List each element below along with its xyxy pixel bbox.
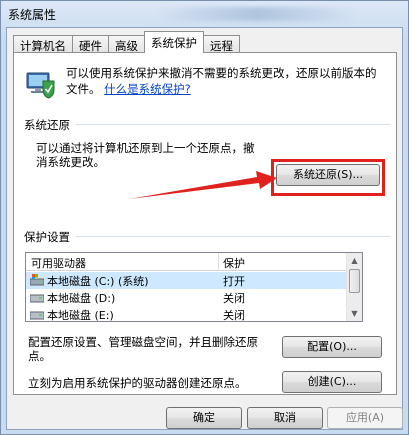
system-restore-button[interactable]: 系统还原(S)...	[276, 164, 380, 186]
system-restore-divider	[76, 124, 390, 125]
drive-status: 关闭	[223, 309, 245, 322]
drive-name: 本地磁盘 (C:) (系统)	[47, 275, 149, 288]
system-properties-window: 系统属性 计算机名 硬件 高级 系统保护 远程 可以使用系统保护来撤消不需要的系…	[0, 0, 409, 435]
drive-name: 本地磁盘 (E:)	[47, 309, 114, 322]
list-scrollbar[interactable]: ▲ ▼	[346, 253, 362, 321]
blurred-background-title	[157, 7, 357, 21]
column-protection[interactable]: 保护	[223, 255, 245, 271]
intro-text-block: 可以使用系统保护来撤消不需要的系统更改，还原以前版本的文件。 什么是系统保护?	[66, 65, 386, 97]
protection-settings-divider	[76, 236, 390, 237]
what-is-system-protection-link[interactable]: 什么是系统保护?	[104, 82, 191, 96]
list-item-drive-e[interactable]: 本地磁盘 (E:) 关闭	[26, 306, 347, 322]
drive-protection-list[interactable]: 可用驱动器 保护 本地磁盘 (C:) (系统) 打开 本地磁盘 (D:) 关闭 …	[25, 252, 363, 322]
list-item-drive-c[interactable]: 本地磁盘 (C:) (系统) 打开	[26, 272, 347, 289]
list-item-drive-d[interactable]: 本地磁盘 (D:) 关闭	[26, 289, 347, 306]
drive-name: 本地磁盘 (D:)	[47, 292, 116, 305]
list-header: 可用驱动器 保护	[26, 253, 347, 271]
drive-status: 关闭	[223, 292, 245, 305]
hard-drive-icon	[30, 294, 44, 303]
scroll-thumb[interactable]	[349, 269, 360, 293]
scroll-up-arrow-icon[interactable]: ▲	[347, 253, 362, 268]
tab-hardware[interactable]: 硬件	[72, 35, 109, 53]
column-available-drives[interactable]: 可用驱动器	[31, 255, 86, 271]
title-bar[interactable]: 系统属性	[1, 1, 408, 27]
tab-system-protection[interactable]: 系统保护	[144, 31, 204, 53]
apply-button[interactable]: 应用(A)	[327, 407, 403, 429]
create-button[interactable]: 创建(C)...	[282, 371, 382, 393]
create-description: 立刻为启用系统保护的驱动器创建还原点。	[28, 376, 247, 390]
configure-button[interactable]: 配置(O)...	[282, 336, 382, 358]
tab-remote[interactable]: 远程	[203, 35, 240, 53]
red-arrow-annotation	[129, 171, 277, 199]
hard-drive-icon	[30, 311, 44, 320]
dialog-client-area: 计算机名 硬件 高级 系统保护 远程 可以使用系统保护来撤消不需要的系统更改，还…	[6, 27, 403, 430]
drive-status: 打开	[223, 275, 245, 288]
system-protection-panel: 可以使用系统保护来撤消不需要的系统更改，还原以前版本的文件。 什么是系统保护? …	[13, 52, 397, 395]
tab-computer-name[interactable]: 计算机名	[13, 35, 73, 53]
ok-button[interactable]: 确定	[166, 407, 242, 429]
system-protection-icon	[26, 72, 55, 99]
system-drive-icon	[30, 274, 44, 286]
tab-strip: 计算机名 硬件 高级 系统保护 远程	[13, 31, 240, 53]
cancel-button[interactable]: 取消	[247, 407, 323, 429]
column-divider[interactable]	[218, 253, 219, 271]
protection-settings-group-label: 保护设置	[24, 230, 70, 244]
system-restore-group-label: 系统还原	[24, 118, 70, 132]
scroll-down-arrow-icon[interactable]: ▼	[347, 306, 362, 321]
window-title: 系统属性	[8, 8, 57, 22]
configure-description: 配置还原设置、管理磁盘空间，并且删除还原点。	[28, 335, 258, 363]
tab-advanced[interactable]: 高级	[108, 35, 145, 53]
